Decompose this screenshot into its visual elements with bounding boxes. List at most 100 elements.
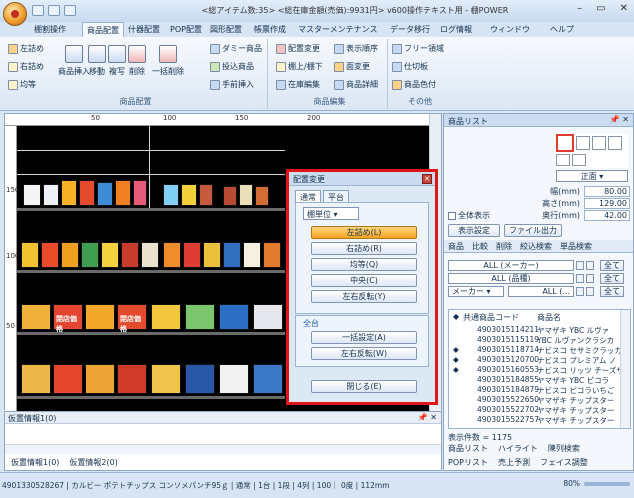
maker-filter-dropdown-icon[interactable] <box>576 261 584 270</box>
product-facing[interactable] <box>133 180 147 206</box>
face-cell[interactable] <box>556 134 574 152</box>
maximize-button[interactable]: ▭ <box>596 3 605 14</box>
list-item[interactable]: 4903015115119 YBC ルヴァンクラシカ <box>449 335 621 345</box>
product-facing[interactable] <box>85 304 115 330</box>
maker-filter[interactable]: ALL (メーカー) <box>448 260 574 271</box>
right-align-button[interactable]: 右詰め <box>8 61 44 72</box>
face-change-button[interactable]: 面変更 <box>334 61 370 72</box>
flip-horizontal-button[interactable]: 左右反転(Y) <box>311 290 417 303</box>
tab-display-search[interactable]: 陳列検索 <box>548 443 580 454</box>
show-all-checkbox[interactable]: 全体表示 <box>448 210 490 221</box>
tab-report[interactable]: 帳票作成 <box>254 24 286 35</box>
undo-icon[interactable] <box>32 5 44 16</box>
maker-value-filter[interactable]: ALL (... <box>508 286 574 297</box>
product-facing[interactable] <box>223 186 237 206</box>
product-facing[interactable] <box>21 242 39 268</box>
tab-product-placement[interactable]: 商品配置 <box>82 22 124 37</box>
product-facing[interactable] <box>185 304 215 330</box>
list-item[interactable]: ◆ 4903015118714 ナビスコ セサミクラッカ <box>449 345 622 355</box>
app-menu-button[interactable] <box>3 2 27 26</box>
product-facing[interactable] <box>23 184 41 206</box>
face-cell[interactable] <box>572 154 586 166</box>
face-cell[interactable] <box>608 136 622 150</box>
center-button[interactable]: 中央(C) <box>311 274 417 287</box>
product-facing[interactable] <box>53 364 83 394</box>
panel-pin-icon[interactable]: 📌 ✕ <box>610 115 629 124</box>
product-facing[interactable] <box>253 364 283 394</box>
product-facing[interactable] <box>185 364 215 394</box>
move-button[interactable]: 移動 <box>88 45 106 77</box>
product-facing[interactable] <box>163 242 181 268</box>
face-cell[interactable] <box>576 136 590 150</box>
list-item[interactable]: ◆ 4903015160553 ナビスコ リッツ チーズサ <box>449 365 624 375</box>
even-align-button[interactable]: 均等 <box>8 79 36 90</box>
product-facing[interactable] <box>223 242 241 268</box>
face-cell[interactable] <box>592 136 606 150</box>
product-facing[interactable] <box>97 182 113 206</box>
product-facing[interactable] <box>263 242 281 268</box>
left-justify-button[interactable]: 左詰め(L) <box>311 226 417 239</box>
category-filter-clear-icon[interactable] <box>586 274 594 283</box>
product-facing[interactable] <box>219 304 249 330</box>
redo-icon[interactable] <box>48 5 60 16</box>
product-facing[interactable] <box>141 242 159 268</box>
product-facing[interactable] <box>21 304 51 330</box>
left-align-button[interactable]: 左詰め <box>8 43 44 54</box>
product-facing[interactable] <box>253 304 283 330</box>
tab-pop-placement[interactable]: POP配置 <box>170 24 202 35</box>
unit-select[interactable]: 棚単位 ▾ <box>303 207 359 220</box>
product-facing[interactable] <box>163 184 179 206</box>
tab-planogram-ops[interactable]: 棚割操作 <box>34 24 66 35</box>
product-facing[interactable] <box>61 242 79 268</box>
product-facing[interactable] <box>121 242 139 268</box>
maker-filter-clear-icon[interactable] <box>586 261 594 270</box>
panel-horizontal-scrollbar[interactable] <box>5 444 441 454</box>
product-facing[interactable] <box>243 242 261 268</box>
even-distribute-button[interactable]: 均等(Q) <box>311 258 417 271</box>
copy-button[interactable]: 複写 <box>108 45 126 77</box>
category-all-button[interactable]: 全て <box>600 273 624 284</box>
zoom-slider[interactable] <box>584 481 630 486</box>
tab-single-search[interactable]: 単品検索 <box>560 241 592 251</box>
all-flip-button[interactable]: 左右反転(W) <box>311 347 417 360</box>
product-facing[interactable] <box>115 180 131 206</box>
list-item[interactable]: ◆ 4903015120700 ナビスコ プレミアム ノ <box>449 355 621 365</box>
category-filter-dropdown-icon[interactable] <box>576 274 584 283</box>
tab-help[interactable]: ヘルプ <box>550 24 574 35</box>
product-facing[interactable] <box>101 242 119 268</box>
tab-data-migration[interactable]: データ移行 <box>390 24 430 35</box>
product-facing[interactable] <box>81 242 99 268</box>
stock-edit-button[interactable]: 在庫編集 <box>276 79 320 90</box>
tab-product-list[interactable]: 商品リスト <box>448 443 488 454</box>
tab-sales-forecast[interactable]: 売上予測 <box>498 457 530 468</box>
value-filter-clear-icon[interactable] <box>586 287 594 296</box>
right-justify-button[interactable]: 右詰め(R) <box>311 242 417 255</box>
tab-delete[interactable]: 削除 <box>496 241 512 251</box>
face-selector-grid[interactable] <box>556 134 628 168</box>
product-facing[interactable] <box>43 184 59 206</box>
product-facing[interactable] <box>41 242 59 268</box>
list-item[interactable]: 4903015522702 ヤマザキ チップスター <box>449 405 621 415</box>
tab-compare[interactable]: 比較 <box>472 241 488 251</box>
tab-fixture-placement[interactable]: 什器配置 <box>128 24 160 35</box>
product-facing[interactable] <box>79 180 95 206</box>
tab-shape-placement[interactable]: 図形配置 <box>210 24 242 35</box>
tab-pop-list[interactable]: POPリスト <box>448 457 488 468</box>
list-item[interactable]: 4903015114211 ヤマザキ YBC ルヴァ <box>449 325 621 335</box>
tab-highlight[interactable]: ハイライト <box>498 443 538 454</box>
product-facing[interactable] <box>61 180 77 206</box>
dummy-product-button[interactable]: ダミー商品 <box>210 43 262 54</box>
value-all-button[interactable]: 全て <box>600 286 624 297</box>
product-color-button[interactable]: 商品色付 <box>392 79 436 90</box>
product-facing[interactable] <box>151 364 181 394</box>
maker-all-button[interactable]: 全て <box>600 260 624 271</box>
file-export-button[interactable]: ファイル出力 <box>504 224 562 237</box>
face-select[interactable]: 正面 ▾ <box>556 170 628 182</box>
tab-temp-2[interactable]: 仮置情報2(0) <box>69 457 117 469</box>
dialog-close-icon[interactable]: ✕ <box>422 174 432 184</box>
display-order-button[interactable]: 表示順序 <box>334 43 378 54</box>
product-detail-button[interactable]: 商品詳細 <box>334 79 378 90</box>
product-facing[interactable]: 閉店価格 <box>53 304 83 333</box>
tab-product[interactable]: 商品 <box>448 241 464 251</box>
tab-log[interactable]: ログ情報 <box>440 24 472 35</box>
